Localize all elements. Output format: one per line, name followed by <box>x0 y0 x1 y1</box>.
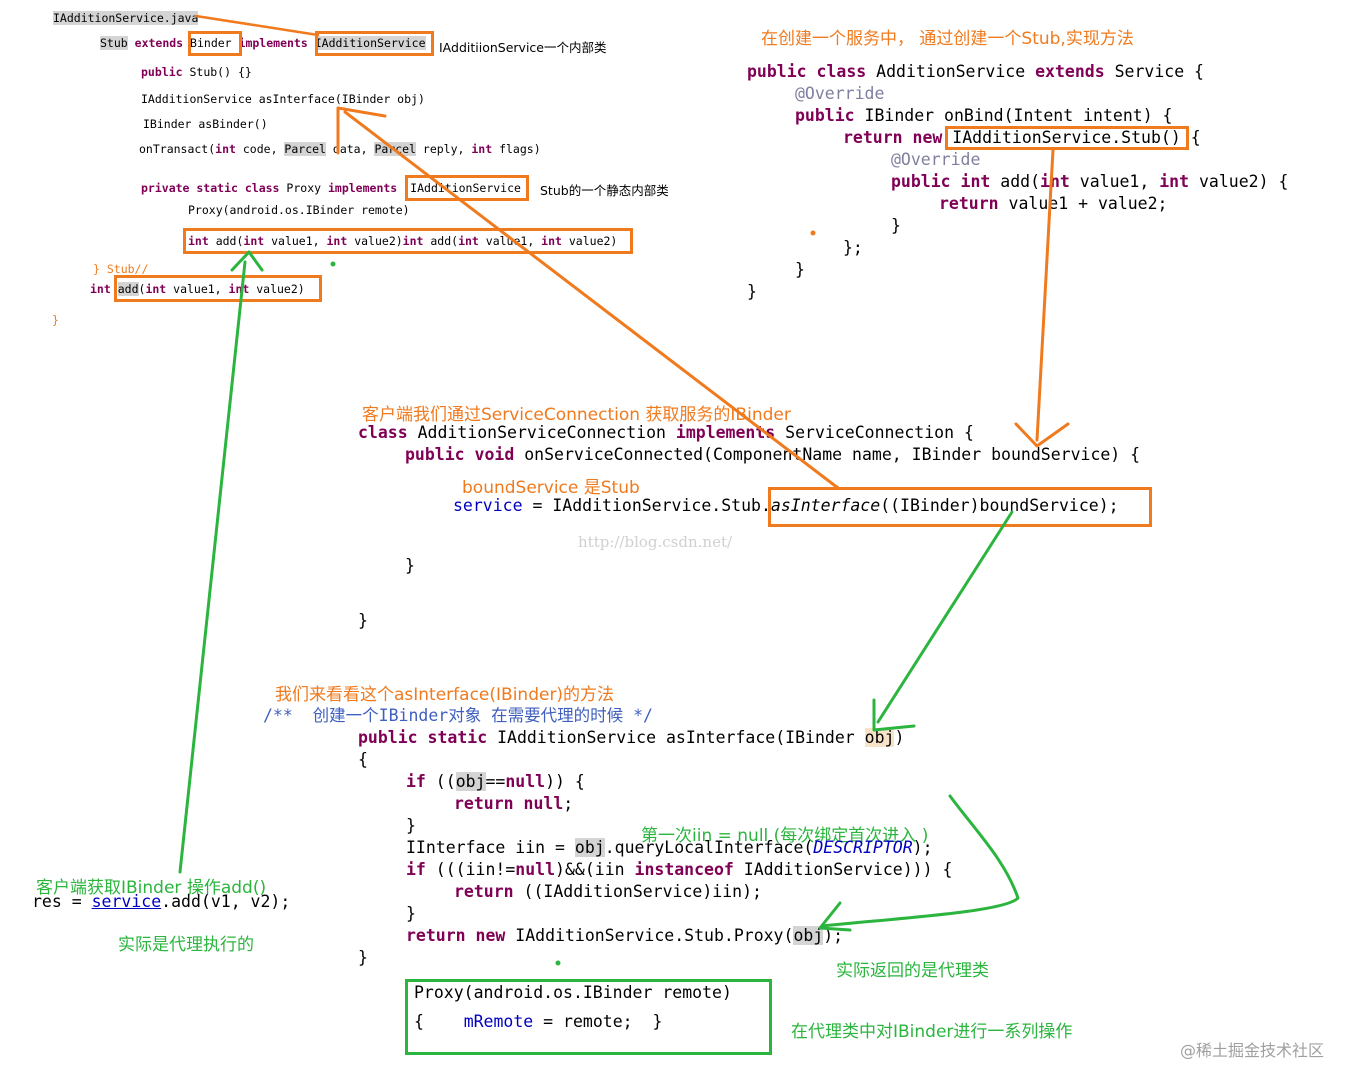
call-to-obj-arrow-head <box>872 698 916 732</box>
green-dot-2 <box>555 960 561 966</box>
orange-dot <box>810 230 816 236</box>
asinterface-link-arrow <box>343 110 840 490</box>
file-to-iface-line <box>194 14 320 37</box>
stub-to-bound-arrow-head <box>1014 422 1070 448</box>
asinterface-arrow-head <box>336 106 387 155</box>
call-to-obj-arrow <box>876 510 1014 724</box>
arrow-layer <box>178 14 1070 966</box>
green-dot-1 <box>330 261 336 267</box>
client-to-proxy-arrow <box>178 260 247 874</box>
stub-to-bound-arrow <box>1035 148 1055 442</box>
client-to-proxy-arrow-head <box>230 250 264 272</box>
return-proxy-curve <box>820 794 1020 928</box>
